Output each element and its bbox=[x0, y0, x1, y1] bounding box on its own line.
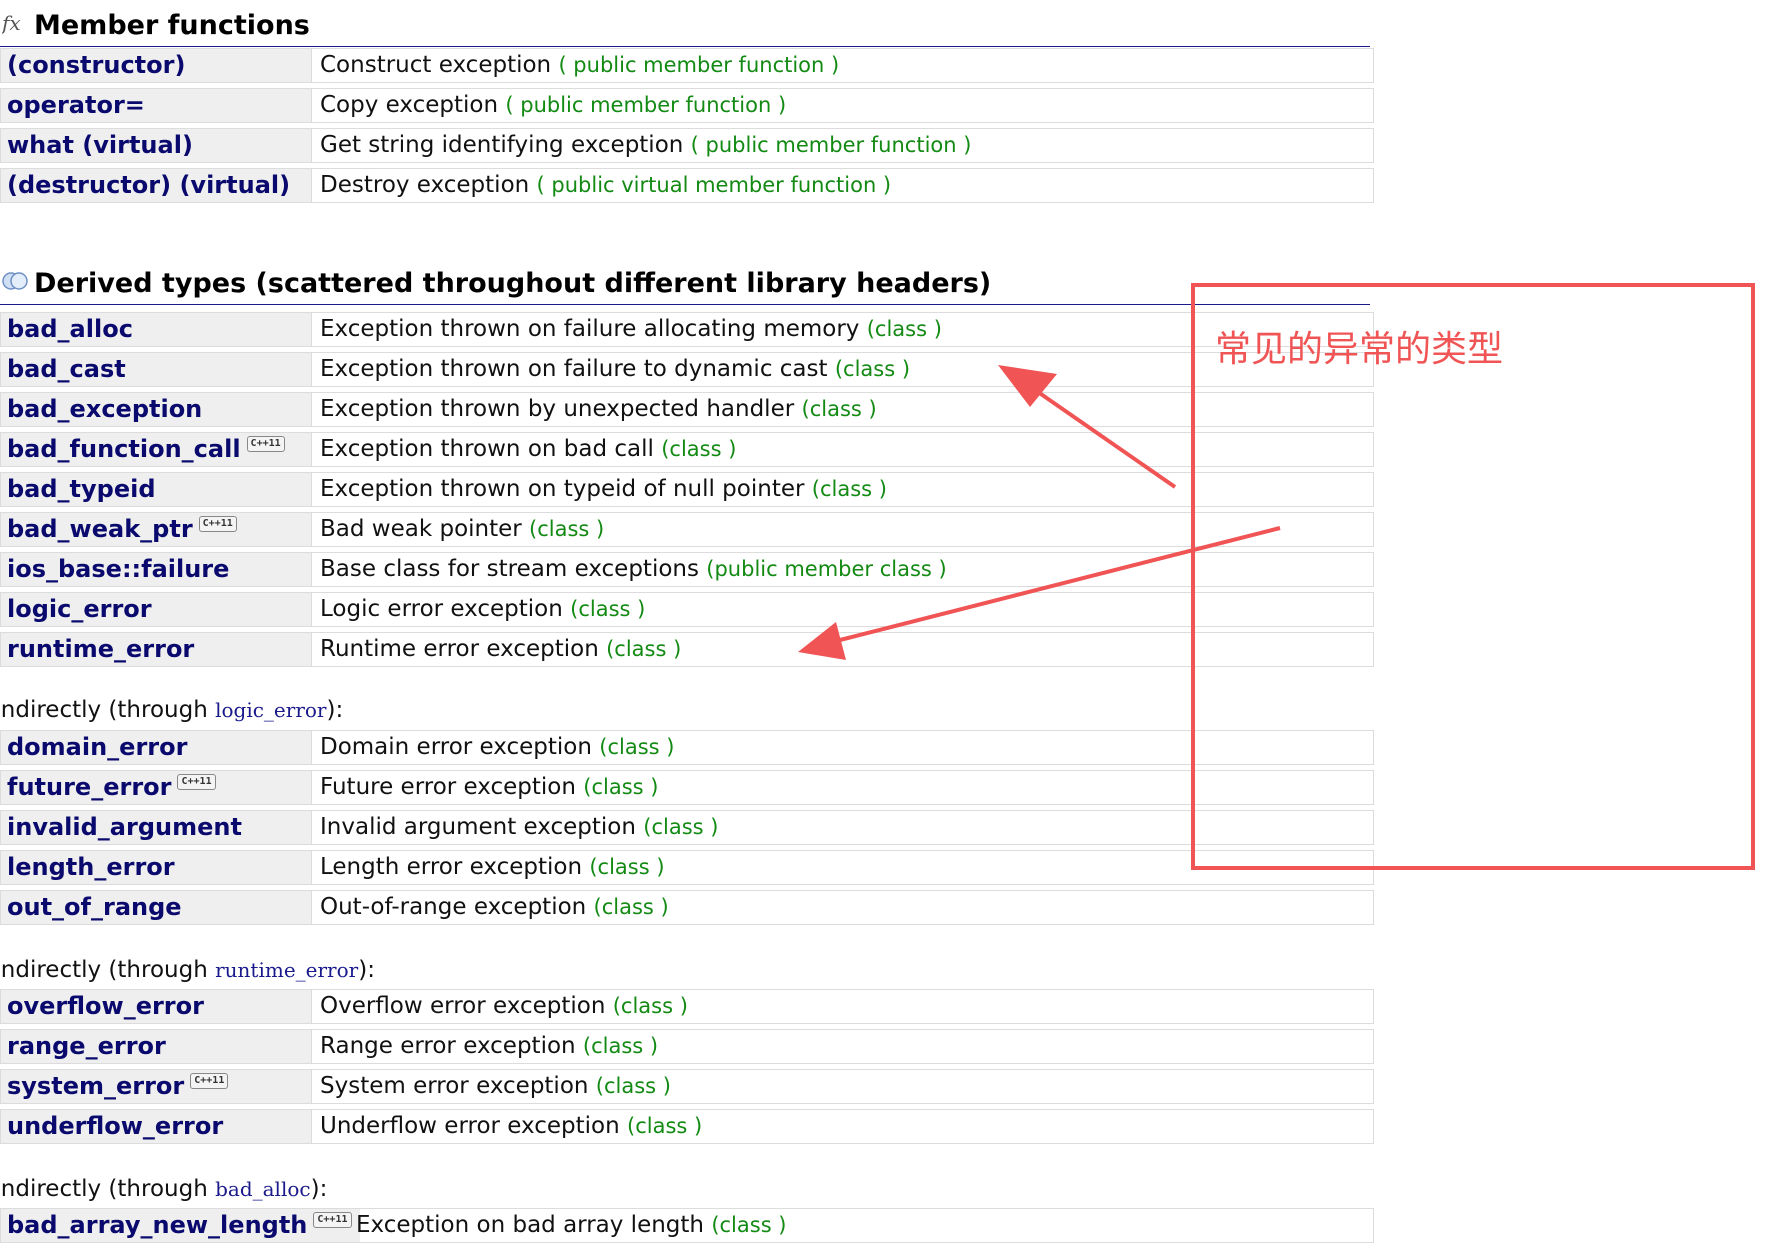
arrow-to-bad-cast bbox=[998, 365, 1177, 489]
arrow-to-runtime-error bbox=[798, 526, 1281, 660]
annotation-arrows bbox=[798, 365, 1281, 660]
